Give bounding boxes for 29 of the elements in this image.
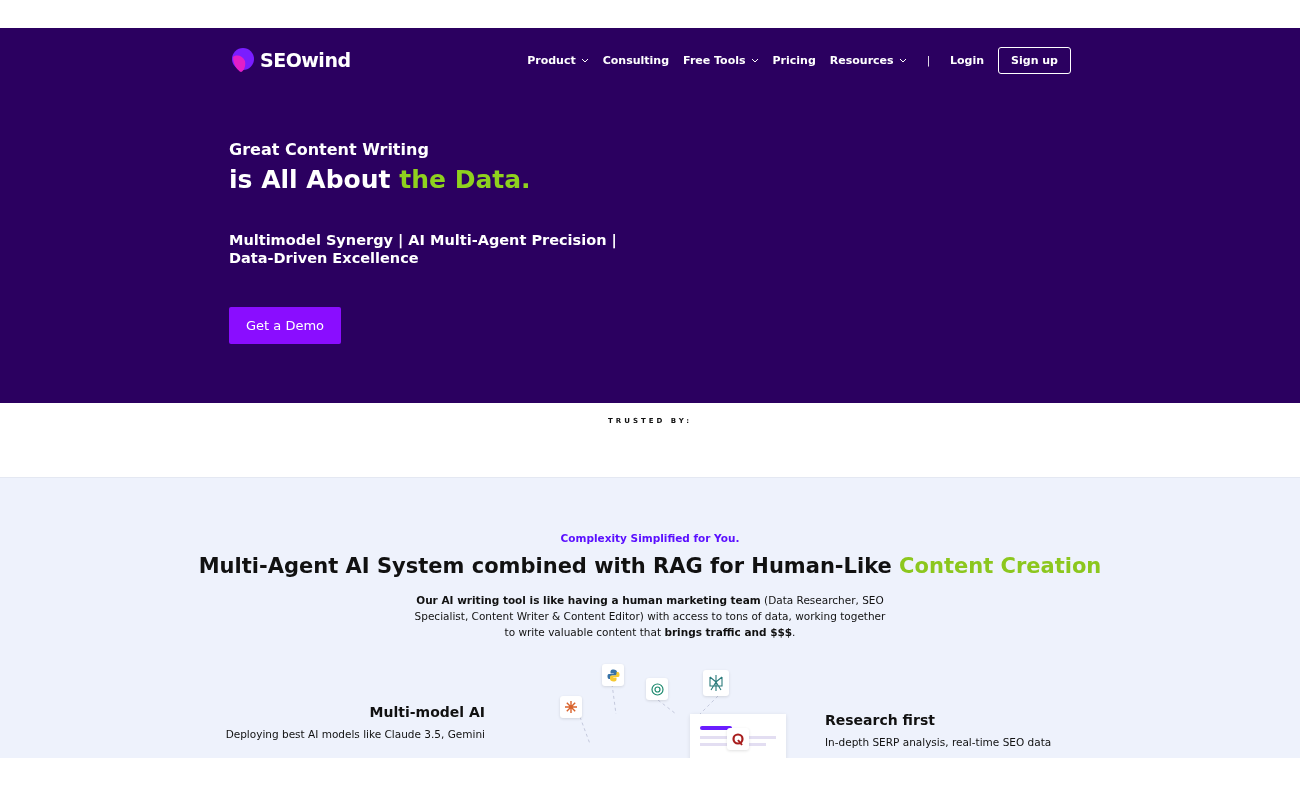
feature-title: Research first [825, 712, 936, 728]
connector-line [579, 716, 591, 745]
login-link[interactable]: Login [950, 53, 985, 67]
nav-link[interactable]: Product [527, 53, 589, 67]
hero-subtitle: Multimodel Synergy | AI Multi-Agent Precision | Data-Driven Excellence [229, 231, 618, 267]
section-description: Our AI writing tool is like having a human marketing team (Data Researcher, SEO Specialist, Content Writer & Content Editor) with access to tons of data, working together to write valuable content that brings traffic and $$$. [413, 593, 887, 640]
nav-link[interactable]: Resources [829, 53, 907, 67]
logo-icon [229, 47, 255, 73]
hero-eyebrow: Great Content Writing [229, 140, 430, 159]
section-kicker: Complexity Simplified for You. [559, 532, 741, 544]
chevron-icon [898, 57, 907, 63]
sunburst-icon [565, 701, 577, 713]
nav-link[interactable]: Pricing [772, 53, 816, 67]
demo-button[interactable]: Get a Demo [229, 307, 341, 344]
feature-text: In-depth SERP analysis, real-time SEO data [825, 735, 1053, 749]
chevron-icon [750, 57, 759, 63]
nav-link[interactable]: Free Tools [683, 53, 759, 67]
nav-separator: | [926, 54, 930, 66]
signup-button[interactable]: Sign up [998, 46, 1071, 74]
connector-line [657, 699, 677, 715]
chevron-icon [580, 57, 589, 63]
hero-headline: is All About the Data. [229, 165, 532, 195]
feature-title: Multi-model AI [368, 704, 485, 720]
q-letter-icon [732, 732, 744, 746]
nav-link[interactable]: Consulting [602, 53, 670, 67]
feature-text: Deploying best AI models like Claude 3.5, Gemini [224, 727, 485, 741]
logo-text[interactable]: SEOwind [260, 49, 351, 71]
section-title: Multi-Agent AI System combined with RAG for Human-Like Content Creation [197, 554, 1103, 578]
connector-line [699, 695, 719, 715]
